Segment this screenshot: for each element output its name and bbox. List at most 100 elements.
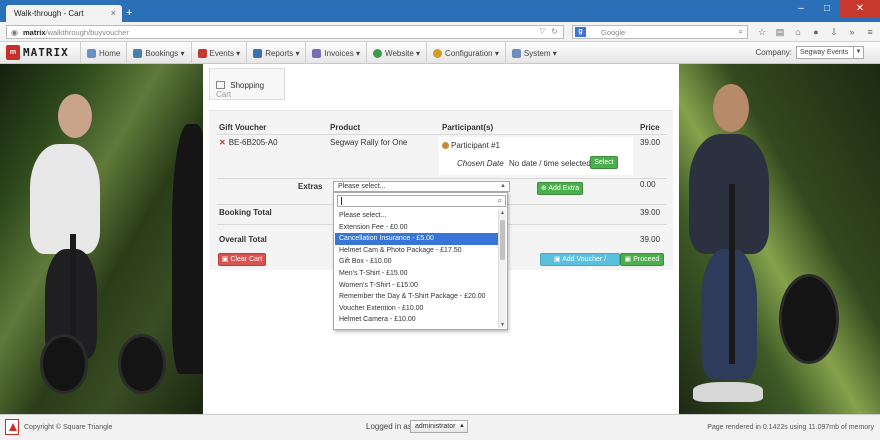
add-extra-button[interactable]: ⊕ Add Extra [537, 182, 583, 195]
product-name: Segway Rally for One [330, 138, 408, 147]
dropdown-search-input[interactable]: ⌕ [337, 195, 506, 207]
home-browser-icon[interactable]: ⌂ [792, 26, 804, 38]
proceed-label: Proceed [633, 256, 660, 263]
search-icon[interactable]: ⌕ [739, 27, 743, 37]
extras-dropdown: ⌕ Please select... Extension Fee - £0.00… [333, 192, 508, 330]
browser-tab[interactable]: Walk-through - Cart × [6, 5, 122, 22]
company-select[interactable]: Segway Events ▼ [796, 46, 864, 59]
cart-plus-icon: ▣ [553, 256, 563, 263]
menu-label: Reports ▾ [265, 48, 300, 58]
browser-navbar: ◉ matrix/walkthrough/buyvoucher ▽ ↻ g Go… [0, 22, 880, 42]
col-price: Price [640, 123, 660, 132]
company-selector: Company: Segway Events ▼ [756, 46, 864, 59]
more-arrow-icon[interactable]: » [846, 26, 858, 38]
row-price: 39.00 [640, 138, 661, 147]
cart-icon: ▣ [624, 256, 634, 263]
menu-label: System ▾ [523, 48, 557, 58]
browser-search-box[interactable]: g Google ⌕ [572, 25, 748, 39]
dropdown-option[interactable]: Women's T-Shirt - £15.00 [335, 280, 498, 292]
scroll-down-icon[interactable]: ▼ [499, 322, 506, 328]
dropdown-option[interactable]: Gift Box - £10.00 [335, 256, 498, 268]
scrollbar-thumb[interactable] [500, 220, 505, 260]
menu-home[interactable]: Home [80, 42, 126, 64]
dropdown-option[interactable]: Extension Fee - £0.00 [335, 222, 498, 234]
square-triangle-logo [5, 419, 19, 435]
scroll-up-icon[interactable]: ▲ [499, 210, 506, 216]
logo-text: MATRIX [23, 46, 69, 59]
extras-select[interactable]: Please select... ▲ [333, 181, 510, 192]
photo-handlebar [729, 184, 735, 364]
bookings-icon [133, 48, 143, 58]
menu-label: Invoices ▾ [324, 48, 361, 58]
app-footer: Copyright © Square Triangle Logged in as… [0, 414, 880, 440]
dropdown-option[interactable]: Helmet Camera - £10.00 [335, 314, 498, 326]
background-photo-left [0, 64, 203, 414]
dropdown-option[interactable]: Remember the Day & T-Shirt Package - £20… [335, 291, 498, 303]
render-info: Page rendered in 0.1422s using 11.097mb … [707, 424, 874, 431]
system-icon [511, 48, 521, 58]
row-divider [217, 134, 667, 135]
participant-name: Participant #1 [442, 141, 500, 150]
chevron-up-icon: ▲ [500, 183, 506, 189]
chevron-up-icon: ▲ [459, 423, 465, 429]
photo-wheel [40, 334, 88, 394]
dropdown-scrollbar[interactable]: ▲ ▼ [498, 210, 506, 328]
photo-person-head [58, 94, 92, 138]
booking-total-label: Booking Total [219, 208, 272, 217]
cart-icon [216, 81, 225, 89]
extras-label: Extras [298, 182, 323, 191]
browser-titlebar: Walk-through - Cart × + – □ ✕ [0, 0, 880, 22]
dropdown-option[interactable]: Men's T-Shirt - £15.00 [335, 268, 498, 280]
dropdown-option[interactable]: Helmet Cam & Photo Package - £17.50 [335, 245, 498, 257]
menu-invoices[interactable]: Invoices ▾ [305, 42, 366, 64]
dropdown-option[interactable]: Please select... [335, 210, 498, 222]
dropdown-option[interactable]: Voucher Extention - £10.00 [335, 303, 498, 315]
calendar-icon [197, 48, 207, 58]
search-placeholder: Google [601, 28, 626, 37]
clear-cart-button[interactable]: ▣ Clear Cart [218, 253, 266, 266]
photo-wheel [779, 274, 839, 364]
add-voucher-label: Add Voucher / Product [562, 256, 607, 274]
dropdown-option-highlighted[interactable]: Cancellation Insurance - £5.00 [335, 233, 498, 245]
remove-voucher-icon[interactable]: ✕ [219, 138, 226, 147]
app-logo[interactable]: m MATRIX [6, 45, 69, 60]
select-date-button[interactable]: Select [590, 156, 618, 169]
browser-menu-icon[interactable]: ≡ [864, 26, 876, 38]
overall-total-value: 39.00 [640, 235, 661, 244]
url-bar[interactable]: ◉ matrix/walkthrough/buyvoucher ▽ ↻ [6, 25, 564, 39]
booking-total-value: 39.00 [640, 208, 661, 217]
bookmark-star-icon[interactable]: ☆ [756, 26, 768, 38]
close-window-icon[interactable]: ✕ [840, 0, 880, 18]
user-menu-button[interactable]: administrator ▲ [410, 420, 468, 433]
reading-list-icon[interactable]: ▤ [774, 26, 786, 38]
voucher-cell: ✕ BE-6B205-A0 [219, 138, 278, 147]
new-tab-button[interactable]: + [126, 8, 132, 19]
username: administrator [415, 423, 456, 430]
site-identity-icon[interactable]: ◉ [11, 28, 18, 37]
url-dropdown-icon[interactable]: ▽ [540, 27, 545, 35]
addon-icon[interactable]: ● [810, 26, 822, 38]
menu-bookings[interactable]: Bookings ▾ [126, 42, 190, 64]
add-voucher-product-button[interactable]: ▣ Add Voucher / Product [540, 253, 620, 274]
page-title-light: Cart [216, 90, 232, 99]
download-icon[interactable]: ⇩ [828, 26, 840, 38]
overall-total-label: Overall Total [219, 235, 267, 244]
col-gift-voucher: Gift Voucher [219, 123, 267, 132]
proceed-button[interactable]: ▣ Proceed [620, 253, 664, 266]
menu-configuration[interactable]: Configuration ▾ [426, 42, 505, 64]
menu-reports[interactable]: Reports ▾ [246, 42, 305, 64]
menu-system[interactable]: System ▾ [504, 42, 563, 64]
tab-close-icon[interactable]: × [111, 8, 116, 18]
extras-select-value: Please select... [338, 183, 386, 190]
text-caret [341, 197, 342, 205]
url-host: matrix [23, 28, 46, 37]
participant-label: Participant #1 [451, 141, 500, 150]
search-engine-icon[interactable]: g [575, 27, 586, 37]
reload-icon[interactable]: ↻ [551, 27, 558, 36]
menu-events[interactable]: Events ▾ [190, 42, 247, 64]
menu-website[interactable]: Website ▾ [366, 42, 426, 64]
photo-shoes [693, 382, 763, 402]
app-menubar: m MATRIX Home Bookings ▾ Events ▾ Report… [0, 42, 880, 64]
minimize-icon[interactable]: – [788, 0, 814, 18]
maximize-icon[interactable]: □ [814, 0, 840, 18]
